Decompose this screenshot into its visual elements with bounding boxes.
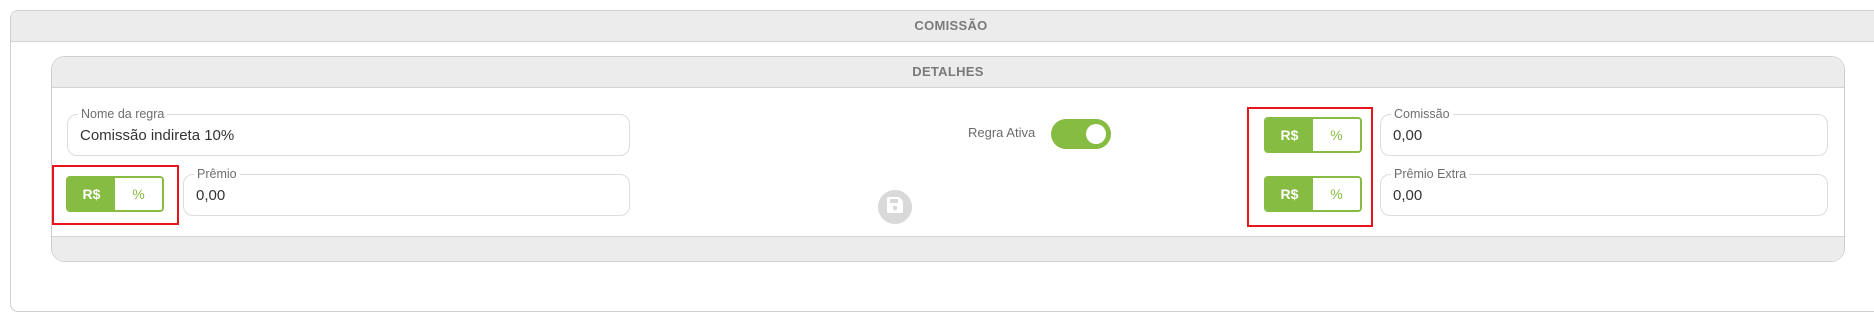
active-rule-switch[interactable] (1051, 119, 1111, 149)
comissao-value: 0,00 (1393, 127, 1423, 144)
details-panel: DETALHES (51, 56, 1845, 262)
premio-percent-option[interactable]: % (115, 178, 162, 210)
comissao-field[interactable]: Comissão 0,00 (1380, 106, 1828, 156)
premio-extra-percent-option[interactable]: % (1313, 178, 1360, 210)
save-button[interactable] (876, 188, 914, 226)
active-rule-label: Regra Ativa (968, 125, 1036, 140)
premio-value: 0,00 (196, 187, 226, 204)
premio-extra-unit-toggle[interactable]: R$ % (1264, 176, 1362, 212)
rule-name-label: Nome da regra (78, 106, 168, 122)
comissao-percent-option[interactable]: % (1313, 119, 1360, 151)
comissao-unit-toggle[interactable]: R$ % (1264, 117, 1362, 153)
rule-name-field[interactable]: Nome da regra Comissão indireta 10% (67, 106, 630, 156)
switch-knob (1086, 124, 1106, 144)
premio-extra-field[interactable]: Prêmio Extra 0,00 (1380, 166, 1828, 216)
rule-name-value: Comissão indireta 10% (80, 127, 235, 144)
premio-label: Prêmio (194, 166, 240, 182)
comissao-label: Comissão (1391, 106, 1453, 122)
details-footer (52, 236, 1844, 261)
premio-unit-toggle[interactable]: R$ % (66, 176, 164, 212)
premio-extra-value: 0,00 (1393, 187, 1423, 204)
section-title: COMISSÃO (11, 11, 1874, 42)
premio-currency-option[interactable]: R$ (68, 178, 115, 210)
premio-field[interactable]: Prêmio 0,00 (183, 166, 630, 216)
details-title: DETALHES (52, 57, 1844, 88)
comissao-currency-option[interactable]: R$ (1266, 119, 1313, 151)
premio-extra-label: Prêmio Extra (1391, 166, 1470, 182)
save-icon (886, 196, 904, 219)
premio-extra-currency-option[interactable]: R$ (1266, 178, 1313, 210)
